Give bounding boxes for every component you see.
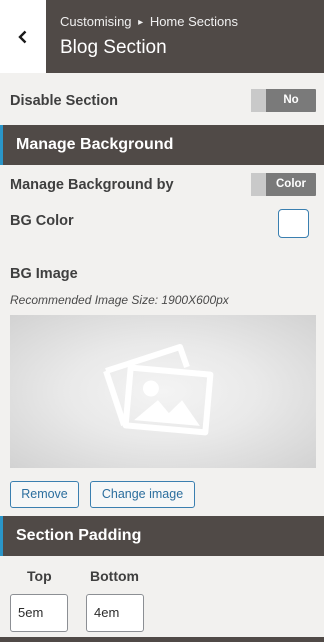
remove-image-button[interactable]: Remove: [10, 481, 79, 508]
bg-image-hint: Recommended Image Size: 1900X600px: [10, 293, 229, 307]
section-padding-heading: Section Padding: [0, 516, 324, 556]
padding-top-input[interactable]: 5em: [10, 594, 68, 632]
breadcrumb-current: Home Sections: [149, 14, 238, 29]
manage-background-by-toggle[interactable]: Color: [251, 173, 316, 196]
change-image-button[interactable]: Change image: [90, 481, 195, 508]
bg-image-preview[interactable]: [10, 315, 316, 468]
bg-image-label: BG Image: [10, 266, 78, 282]
back-button[interactable]: [0, 0, 47, 73]
breadcrumb-parent: Customising: [60, 14, 132, 29]
toggle-knob: [251, 173, 266, 196]
header-title-area: Customising ▸ Home Sections Blog Section: [46, 0, 324, 73]
disable-section-toggle[interactable]: No: [251, 89, 316, 112]
section-heading-text: Section Padding: [16, 527, 142, 544]
image-placeholder-icon: [103, 344, 214, 436]
chevron-left-icon: [18, 30, 27, 43]
padding-bottom-label: Bottom: [90, 568, 139, 584]
breadcrumb: Customising ▸ Home Sections: [60, 14, 238, 29]
manage-background-by-label: Manage Background by: [10, 177, 174, 193]
breadcrumb-separator: ▸: [138, 17, 144, 28]
bg-color-swatch[interactable]: [278, 209, 309, 238]
toggle-value: Color: [275, 178, 307, 190]
toggle-knob: [251, 89, 266, 112]
bg-color-label: BG Color: [10, 213, 74, 229]
toggle-value: No: [283, 94, 299, 106]
padding-bottom-input[interactable]: 4em: [86, 594, 144, 632]
section-heading-text: Manage Background: [16, 136, 174, 153]
padding-top-label: Top: [27, 568, 52, 584]
next-section-strip: [0, 637, 324, 642]
customizer-header: Customising ▸ Home Sections Blog Section: [0, 0, 324, 73]
manage-background-heading: Manage Background: [0, 125, 324, 165]
page-title: Blog Section: [60, 37, 167, 58]
disable-section-label: Disable Section: [10, 93, 118, 109]
